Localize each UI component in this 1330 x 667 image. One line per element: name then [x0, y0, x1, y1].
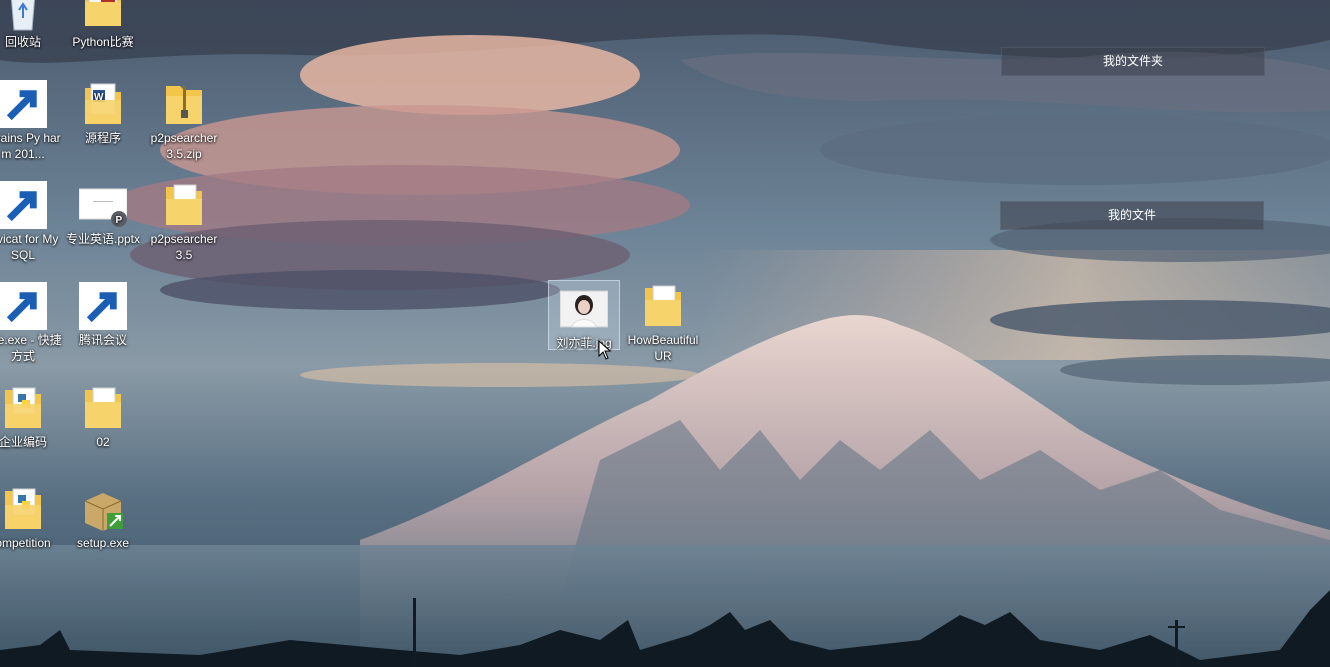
folder-icon [79, 0, 127, 32]
desktop-icon-pycharm[interactable]: PC tBrains Py harm 201... [0, 80, 62, 162]
desktop-icon-label: 企业编码 [0, 435, 47, 449]
desktop-icon-python-bisai[interactable]: Python比赛 [64, 0, 142, 50]
desktop-icon-02[interactable]: 02 [64, 384, 142, 450]
desktop-icon-label: tBrains Py harm 201... [0, 131, 61, 161]
desktop-icon-label: ode.exe - 快捷方式 [0, 333, 62, 363]
svg-text:P: P [116, 215, 123, 226]
desktop-icon-p2psearcher-zip[interactable]: p2psearcher 3.5.zip [145, 80, 223, 162]
tencent-meeting-icon [79, 282, 127, 330]
desktop-icon-navicat[interactable]: lavicat for MySQL [0, 181, 62, 263]
desktop-icon-yuanchengxu[interactable]: W 源程序 [64, 80, 142, 146]
desktop-icon-label: p2psearcher 3.5 [150, 232, 218, 262]
desktop-icon-howbeautifulur[interactable]: HowBeautifulUR [624, 282, 702, 364]
image-file-icon [560, 285, 608, 333]
desktop-icon-zhuanye-yingyu[interactable]: P 专业英语.pptx [64, 181, 142, 247]
shortcut-arrow-icon [0, 282, 47, 330]
desktop-icon-vscode[interactable]: ode.exe - 快捷方式 [0, 282, 62, 364]
mouse-pointer-icon [598, 340, 612, 360]
desktop-icon-label: HowBeautifulUR [627, 333, 699, 363]
folder-icon [639, 282, 687, 330]
my-folder-widget[interactable]: 我的文件夹 [1001, 47, 1265, 76]
desktop-icon-label: setup.exe [76, 536, 130, 550]
navicat-icon [0, 181, 47, 229]
desktop-icon-competition[interactable]: ompetition [0, 485, 62, 551]
python-folder-icon [0, 485, 47, 533]
desktop-icon-setup-exe[interactable]: setup.exe [64, 485, 142, 551]
folder-icon [79, 384, 127, 432]
desktop-icon-label: 02 [96, 435, 110, 449]
vscode-icon [0, 282, 47, 330]
desktop-icon-label: 源程序 [84, 131, 121, 145]
desktop-icon-label: 腾讯会议 [78, 333, 127, 347]
zip-folder-icon [160, 80, 208, 128]
shortcut-arrow-icon [0, 181, 47, 229]
shortcut-arrow-icon [79, 282, 127, 330]
desktop-icon-label: p2psearcher 3.5.zip [150, 131, 218, 161]
desktop-icon-recycle-bin[interactable]: 回收站 [0, 0, 62, 50]
pycharm-icon: PC [0, 80, 47, 128]
folder-icon [160, 181, 208, 229]
desktop-icon-label: 专业英语.pptx [65, 232, 141, 246]
desktop-icon-label: 回收站 [4, 35, 41, 49]
installer-icon [79, 485, 127, 533]
python-folder-icon [0, 384, 47, 432]
recycle-bin-icon [0, 0, 47, 32]
desktop-icon-qiye-bianma[interactable]: 企业编码 [0, 384, 62, 450]
pptx-file-icon: P [79, 181, 127, 229]
shortcut-arrow-icon [0, 80, 47, 128]
desktop-icon-label: lavicat for MySQL [0, 232, 59, 262]
word-folder-icon: W [79, 80, 127, 128]
desktop-icon-label: Python比赛 [72, 35, 134, 49]
desktop-icon-label: ompetition [0, 536, 51, 550]
my-files-widget[interactable]: 我的文件 [1000, 201, 1264, 230]
desktop-icon-p2psearcher-folder[interactable]: p2psearcher 3.5 [145, 181, 223, 263]
desktop-icon-tencent-meeting[interactable]: 腾讯会议 [64, 282, 142, 348]
